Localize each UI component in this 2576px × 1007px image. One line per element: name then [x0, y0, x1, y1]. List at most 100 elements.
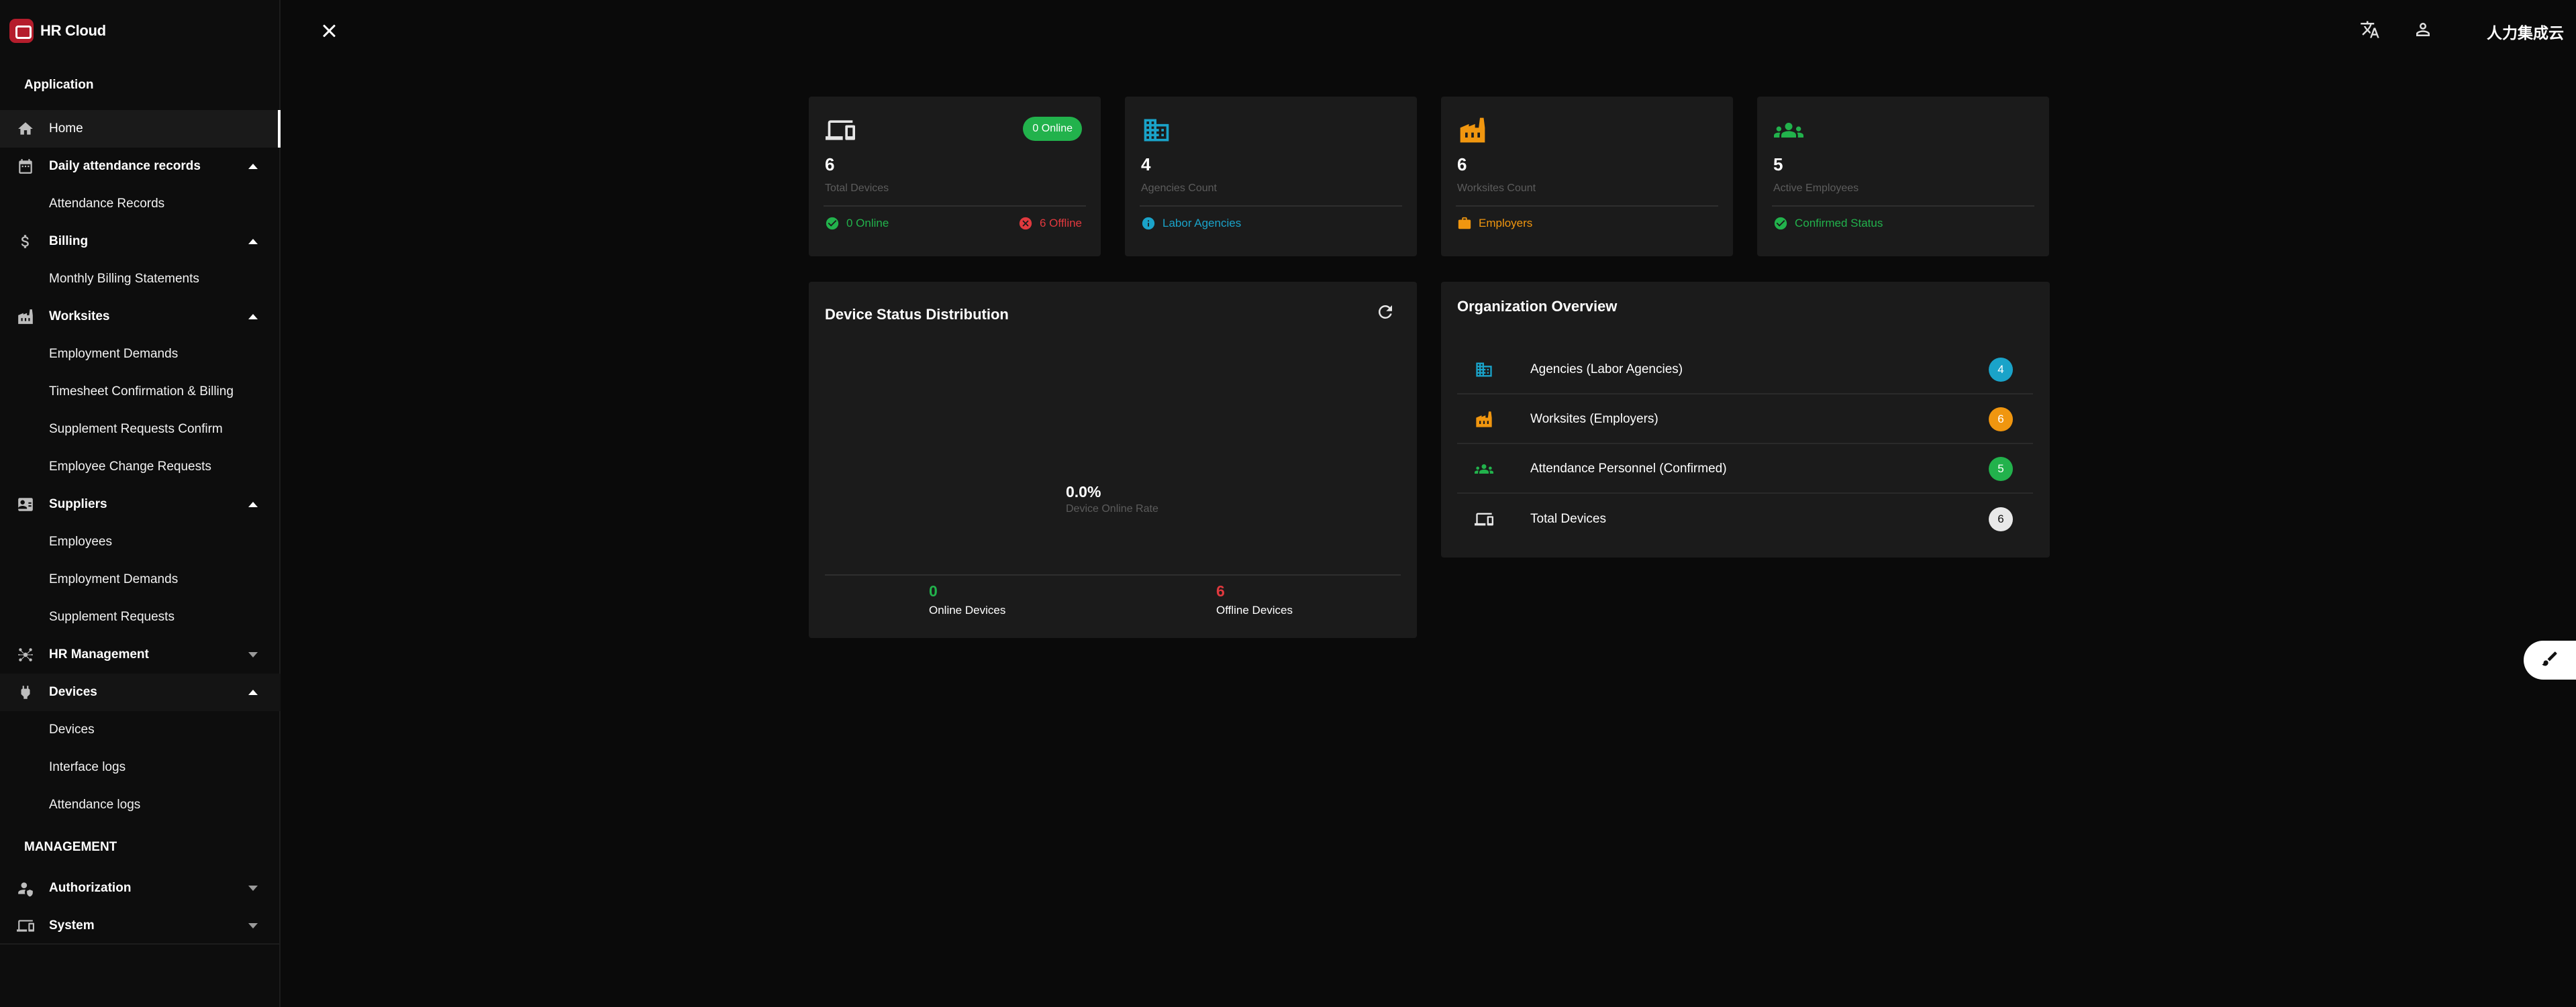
online-rate-value: 0.0% [1066, 483, 1101, 500]
stat-value: 5 [1773, 154, 1783, 174]
sidebar-item-devices[interactable]: Devices [0, 711, 281, 749]
devices-icon [16, 916, 35, 935]
sidebar-group-worksites[interactable]: Worksites [0, 298, 281, 335]
sidebar-item-label: Supplement Requests [49, 610, 175, 624]
translate-button[interactable] [2359, 20, 2381, 42]
refresh-button[interactable] [1375, 302, 1397, 323]
stat-divider [1772, 205, 2034, 207]
stat-foot-agencies: Labor Agencies [1141, 216, 1241, 231]
device-status-card: Device Status Distribution 0.0% Device O… [809, 282, 1417, 638]
sidebar-item-label: Monthly Billing Statements [49, 272, 199, 286]
sidebar-management-nav: Authorization System [0, 869, 281, 945]
chart-divider [825, 574, 1401, 576]
chevron-down-icon [248, 886, 258, 891]
sidebar-item-monthly-billing[interactable]: Monthly Billing Statements [0, 260, 281, 298]
stat-foot-worksites: Employers [1457, 216, 1532, 231]
count-badge: 5 [1989, 457, 2013, 481]
building-icon [1140, 115, 1173, 145]
org-row-agencies[interactable]: Agencies (Labor Agencies) 4 [1457, 346, 2033, 394]
sidebar-group-hr-management[interactable]: HR Management [0, 636, 281, 674]
stat-card-devices: 0 Online 6 Total Devices 0 Online 6 Offl… [809, 97, 1101, 256]
org-row-label: Total Devices [1530, 512, 1606, 526]
sidebar-item-label: Attendance logs [49, 798, 141, 812]
sidebar-item-label: HR Management [49, 647, 149, 661]
sidebar-item-label: Authorization [49, 881, 132, 895]
chevron-up-icon [248, 502, 258, 507]
stat-foot-text: Labor Agencies [1162, 217, 1242, 229]
stat-foot-text: Confirmed Status [1795, 217, 1883, 229]
chevron-up-icon [248, 164, 258, 169]
sidebar-item-label: Worksites [49, 309, 110, 323]
stat-foot-employees: Confirmed Status [1773, 216, 1883, 231]
stat-divider [1456, 205, 1718, 207]
card-title: Organization Overview [1457, 298, 1618, 315]
building-icon [1473, 360, 1495, 379]
sidebar-group-system[interactable]: System [0, 907, 281, 945]
sidebar-item-label: Daily attendance records [49, 159, 201, 173]
stat-caption: Active Employees [1773, 182, 1859, 194]
sidebar-item-employees[interactable]: Employees [0, 523, 281, 561]
sidebar-group-devices[interactable]: Devices [0, 674, 281, 711]
org-row-label: Attendance Personnel (Confirmed) [1530, 462, 1727, 476]
devices-icon [824, 115, 857, 145]
section-title-management: MANAGEMENT [24, 840, 117, 854]
sidebar: HR Cloud Application Home Daily attendan… [0, 0, 281, 1007]
online-count-text: 0 Online [846, 217, 889, 229]
sidebar-item-label: Employment Demands [49, 347, 179, 361]
brand-name: HR Cloud [40, 22, 106, 39]
stat-card-worksites: 6 Worksites Count Employers [1441, 97, 1733, 256]
close-sidebar-button[interactable] [320, 21, 339, 40]
sidebar-item-label: Timesheet Confirmation & Billing [49, 384, 234, 399]
org-row-total-devices[interactable]: Total Devices 6 [1457, 495, 2033, 543]
sidebar-item-interface-logs[interactable]: Interface logs [0, 749, 281, 786]
chevron-up-icon [248, 239, 258, 244]
organization-overview-card: Organization Overview Agencies (Labor Ag… [1441, 282, 2050, 558]
online-rate-label: Device Online Rate [1066, 503, 1158, 515]
factory-icon [1456, 115, 1489, 145]
sidebar-item-home[interactable]: Home [0, 110, 281, 148]
chevron-down-icon [248, 652, 258, 657]
stat-card-employees: 5 Active Employees Confirmed Status [1757, 97, 2049, 256]
stat-divider [1140, 205, 1402, 207]
org-row-attendance-personnel[interactable]: Attendance Personnel (Confirmed) 5 [1457, 445, 2033, 494]
sidebar-item-label: Devices [49, 685, 97, 699]
sidebar-item-label: Home [49, 121, 83, 136]
stat-card-agencies: 4 Agencies Count Labor Agencies [1125, 97, 1417, 256]
user-profile-button[interactable] [2412, 20, 2434, 42]
theme-customizer-button[interactable] [2524, 641, 2576, 680]
sidebar-item-label: Devices [49, 723, 95, 737]
sidebar-item-label: Employee Change Requests [49, 460, 211, 474]
brush-icon [2540, 649, 2559, 672]
sidebar-item-label: Billing [49, 234, 89, 248]
briefcase-icon [1457, 216, 1472, 231]
factory-icon [1473, 410, 1495, 429]
sidebar-item-supplier-employment-demands[interactable]: Employment Demands [0, 561, 281, 598]
sidebar-group-daily-attendance[interactable]: Daily attendance records [0, 148, 281, 185]
brand[interactable]: HR Cloud [9, 17, 106, 44]
sidebar-group-billing[interactable]: Billing [0, 223, 281, 260]
sidebar-group-suppliers[interactable]: Suppliers [0, 486, 281, 523]
chevron-up-icon [248, 314, 258, 319]
sidebar-item-timesheet-confirmation[interactable]: Timesheet Confirmation & Billing [0, 373, 281, 411]
stat-value: 4 [1141, 154, 1151, 174]
user-shield-icon [16, 879, 35, 898]
sidebar-item-label: Supplement Requests Confirm [49, 422, 223, 436]
refresh-icon [1375, 305, 1395, 325]
stat-caption: Total Devices [825, 182, 889, 194]
sidebar-item-worksite-employment-demands[interactable]: Employment Demands [0, 335, 281, 373]
org-row-worksites[interactable]: Worksites (Employers) 6 [1457, 396, 2033, 444]
sidebar-item-attendance-records[interactable]: Attendance Records [0, 185, 281, 223]
devices-icon [1473, 510, 1495, 529]
sidebar-group-authorization[interactable]: Authorization [0, 869, 281, 907]
top-user-label[interactable]: 人力集成云 [2487, 20, 2564, 43]
sidebar-item-supplement-requests-confirm[interactable]: Supplement Requests Confirm [0, 411, 281, 448]
online-devices-value: 0 [929, 582, 938, 600]
sidebar-item-employee-change-requests[interactable]: Employee Change Requests [0, 448, 281, 486]
plug-icon [16, 683, 35, 702]
chevron-up-icon [248, 690, 258, 695]
stat-divider [824, 205, 1086, 207]
sidebar-item-supplement-requests[interactable]: Supplement Requests [0, 598, 281, 636]
sidebar-item-attendance-logs[interactable]: Attendance logs [0, 786, 281, 824]
info-icon [1141, 216, 1156, 231]
stat-foot-offline: 6 Offline [1018, 216, 1082, 231]
